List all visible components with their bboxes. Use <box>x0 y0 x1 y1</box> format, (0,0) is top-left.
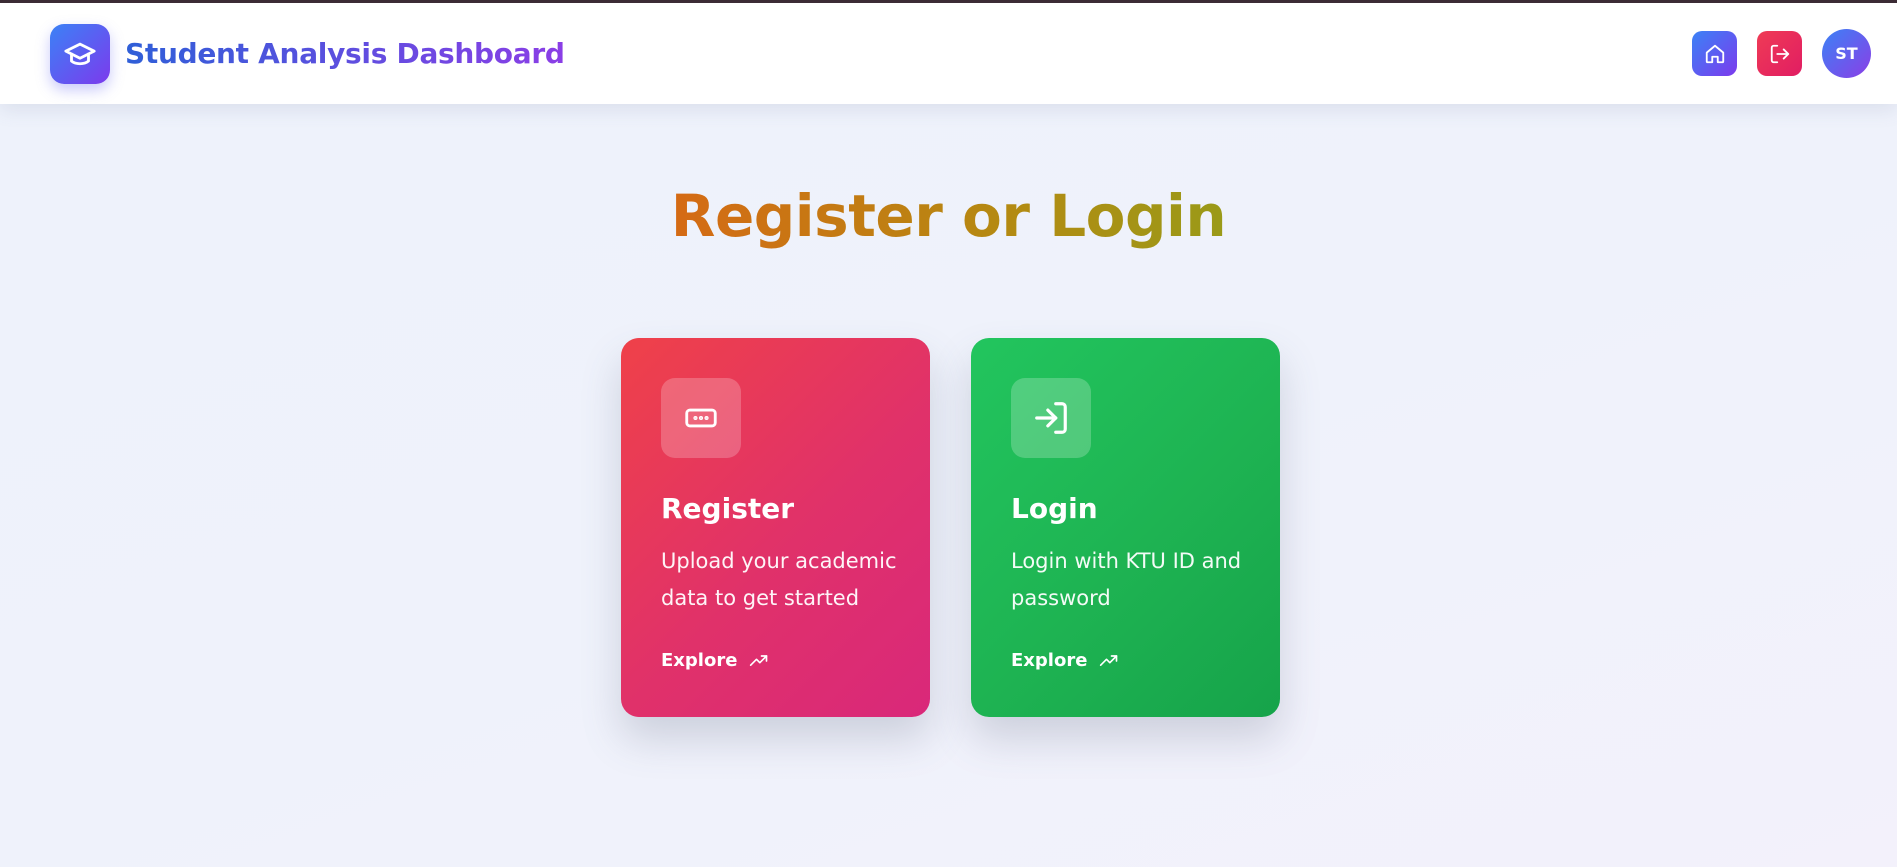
brand[interactable]: Student Analysis Dashboard <box>50 23 565 84</box>
logout-button[interactable] <box>1757 31 1802 76</box>
login-icon <box>1011 378 1091 458</box>
home-icon <box>1705 44 1724 63</box>
login-card[interactable]: Login Login with KTU ID and password Exp… <box>971 338 1280 717</box>
register-explore-label: Explore <box>661 650 738 671</box>
page-title-text: Register or Login <box>670 182 1227 250</box>
user-avatar[interactable]: ST <box>1822 29 1871 78</box>
login-card-title: Login <box>1011 492 1098 525</box>
register-card-title: Register <box>661 492 795 525</box>
header-actions: ST <box>1692 29 1871 78</box>
logout-icon <box>1770 44 1789 63</box>
graduation-cap-icon <box>50 23 110 84</box>
trending-up-icon <box>750 654 768 666</box>
app-header: Student Analysis Dashboard ST <box>0 3 1897 104</box>
page-title: Register or Login <box>0 182 1897 250</box>
app-title: Student Analysis Dashboard <box>125 37 565 70</box>
form-input-icon <box>661 378 741 458</box>
login-explore-label: Explore <box>1011 650 1088 671</box>
register-card[interactable]: Register Upload your academic data to ge… <box>621 338 930 717</box>
login-explore-link[interactable]: Explore <box>1011 650 1121 671</box>
trending-up-icon <box>1100 654 1118 666</box>
home-button[interactable] <box>1692 31 1737 76</box>
register-card-description: Upload your academic data to get started <box>661 549 897 610</box>
login-card-description: Login with KTU ID and password <box>1011 549 1242 610</box>
register-explore-link[interactable]: Explore <box>661 650 771 671</box>
